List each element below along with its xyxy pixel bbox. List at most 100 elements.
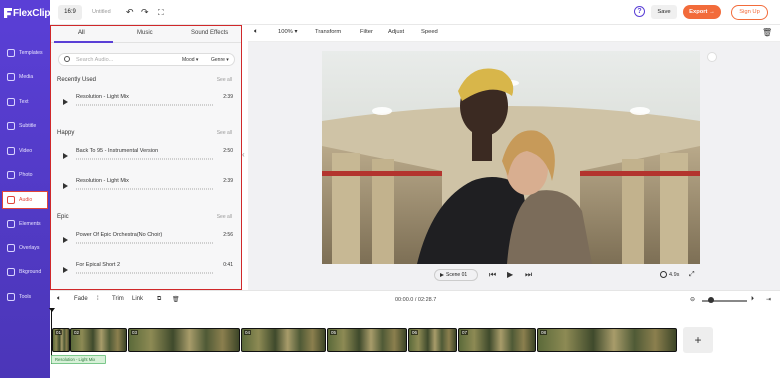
help-icon[interactable]: ?: [634, 6, 645, 17]
delete-icon[interactable]: 🗑︎: [172, 296, 180, 303]
aspect-ratio-button[interactable]: 16:9: [58, 5, 82, 20]
sidebar-item-audio[interactable]: Audio: [2, 191, 48, 209]
play-icon[interactable]: [63, 237, 68, 243]
timeline-clip[interactable]: 05: [327, 328, 407, 352]
chevron-down-icon: ▾: [294, 29, 298, 35]
timeline-clip[interactable]: 02: [70, 328, 127, 352]
scene-selector[interactable]: Scene 01: [434, 269, 478, 281]
waveform: [76, 104, 213, 106]
transform-button[interactable]: Transform: [315, 29, 341, 35]
left-sidebar: FlexClip Templates Media Text Subtitle V…: [0, 0, 50, 378]
filter-button[interactable]: Filter: [360, 29, 373, 35]
audio-track[interactable]: Power Of Epic Orchestra(No Choir) 2:56: [57, 229, 237, 251]
audio-icon: [7, 196, 15, 204]
next-scene-icon[interactable]: ⏭︎: [525, 269, 532, 281]
delete-icon[interactable]: 🗑︎: [762, 28, 772, 37]
chevron-down-icon: ▾: [195, 57, 199, 63]
see-all-link[interactable]: See all: [217, 214, 232, 220]
speed-button[interactable]: Speed: [421, 29, 438, 35]
elements-icon: [7, 220, 15, 228]
sidebar-item-background[interactable]: Bkground: [3, 264, 47, 280]
play-icon[interactable]: [63, 153, 68, 159]
brand-name: FlexClip: [13, 7, 51, 19]
tab-all[interactable]: All: [78, 30, 85, 36]
audio-track[interactable]: Back To 95 - Instrumental Version 2:50: [57, 145, 237, 167]
audio-track[interactable]: Resolution - Light Mix 2:39: [57, 91, 237, 113]
zoom-dropdown[interactable]: 100% ▾: [278, 29, 297, 35]
genre-filter-dropdown[interactable]: Genre ▾: [211, 57, 229, 63]
timeline-toolbar: 🔈︎ Fade ⁞ Trim Link ⧉ 🗑︎ 00:00.0 / 02:28…: [50, 290, 780, 309]
sidebar-item-subtitle[interactable]: Subtitle: [3, 118, 47, 134]
play-button-icon[interactable]: ▶: [507, 269, 513, 281]
link-button[interactable]: Link: [132, 296, 143, 302]
zoom-slider-handle[interactable]: [708, 297, 714, 303]
audio-track[interactable]: For Epical Short 2 0:41: [57, 259, 237, 281]
flexclip-logo[interactable]: FlexClip: [4, 6, 50, 20]
adjust-button[interactable]: Adjust: [388, 29, 404, 35]
sidebar-item-photo[interactable]: Photo: [3, 167, 47, 183]
sidebar-item-overlays[interactable]: Overlays: [3, 240, 47, 256]
video-icon: [7, 147, 15, 155]
sidebar-item-text[interactable]: Text: [3, 94, 47, 110]
timeline-clip[interactable]: 04: [241, 328, 326, 352]
layers-icon[interactable]: [707, 52, 717, 62]
clock-icon: [660, 271, 667, 279]
zoom-out-icon[interactable]: ⊖: [690, 296, 695, 303]
scene-duration[interactable]: 4.9s: [660, 270, 679, 280]
audio-search-input[interactable]: Search Audio... Mood ▾ Genre ▾: [58, 53, 235, 66]
playback-controls: Scene 01 ⏮︎ ▶ ⏭︎ 4.9s ⤢: [248, 268, 780, 284]
fade-button[interactable]: Fade: [74, 296, 88, 302]
previous-scene-icon[interactable]: ⏮︎: [489, 269, 496, 281]
timeline-clip[interactable]: 08: [537, 328, 677, 352]
sidebar-item-video[interactable]: Video: [3, 143, 47, 159]
timeline-clip[interactable]: 03: [128, 328, 240, 352]
export-button[interactable]: Export →: [683, 5, 721, 19]
play-timeline-icon[interactable]: ⏵: [751, 296, 754, 303]
templates-icon: [7, 49, 15, 57]
redo-icon[interactable]: ↷: [141, 7, 149, 18]
sidebar-item-tools[interactable]: Tools: [3, 289, 47, 305]
duplicate-icon[interactable]: ⧉: [157, 296, 161, 303]
fullscreen-icon[interactable]: ⛶: [158, 7, 164, 18]
tab-sound-effects[interactable]: Sound Effects: [191, 30, 228, 36]
background-icon: [7, 268, 15, 276]
audio-track[interactable]: Resolution - Light Mix 2:39: [57, 175, 237, 197]
see-all-link[interactable]: See all: [217, 77, 232, 83]
fit-timeline-icon[interactable]: ⇥: [766, 296, 771, 303]
sidebar-item-media[interactable]: Media: [3, 69, 47, 85]
tab-music[interactable]: Music: [137, 30, 153, 36]
project-title[interactable]: Untitled: [92, 9, 111, 15]
arrow-right-icon: →: [709, 9, 715, 15]
mood-filter-dropdown[interactable]: Mood ▾: [182, 57, 198, 63]
play-icon[interactable]: [63, 99, 68, 105]
timeline-clip[interactable]: 01: [52, 328, 70, 352]
search-placeholder: Search Audio...: [76, 57, 114, 63]
volume-icon[interactable]: 🔈︎: [254, 28, 258, 36]
add-scene-button[interactable]: +: [683, 327, 713, 353]
expand-icon[interactable]: ⤢: [689, 269, 695, 281]
play-icon[interactable]: [63, 183, 68, 189]
waveform: [76, 188, 213, 190]
media-icon: [7, 73, 15, 81]
play-icon[interactable]: [63, 267, 68, 273]
signup-button[interactable]: Sign Up: [731, 5, 768, 20]
sidebar-item-templates[interactable]: Templates: [3, 45, 47, 61]
undo-icon[interactable]: ↶: [126, 7, 134, 18]
video-preview[interactable]: [322, 51, 700, 264]
section-title-recently-used: Recently Used: [57, 77, 97, 83]
audio-tabs: All Music Sound Effects: [51, 26, 241, 43]
timeline-clip[interactable]: 07: [458, 328, 536, 352]
logo-mark-icon: [4, 8, 12, 18]
save-button[interactable]: Save: [651, 5, 677, 19]
timeline-clip[interactable]: 06: [408, 328, 457, 352]
see-all-link[interactable]: See all: [217, 130, 232, 136]
overlays-icon: [7, 244, 15, 252]
subtitle-icon: [7, 122, 15, 130]
sidebar-item-elements[interactable]: Elements: [3, 216, 47, 232]
trim-button[interactable]: Trim: [112, 296, 124, 302]
playhead-cap-icon: [49, 308, 55, 312]
top-bar: 16:9 Untitled ↶ ↷ ⛶ ? Save Export → Sign…: [50, 0, 780, 25]
flexclip-editor: FlexClip Templates Media Text Subtitle V…: [0, 0, 780, 378]
volume-icon[interactable]: 🔈︎: [57, 295, 61, 303]
audio-track-strip[interactable]: Resolution - Light Mix: [51, 355, 106, 364]
